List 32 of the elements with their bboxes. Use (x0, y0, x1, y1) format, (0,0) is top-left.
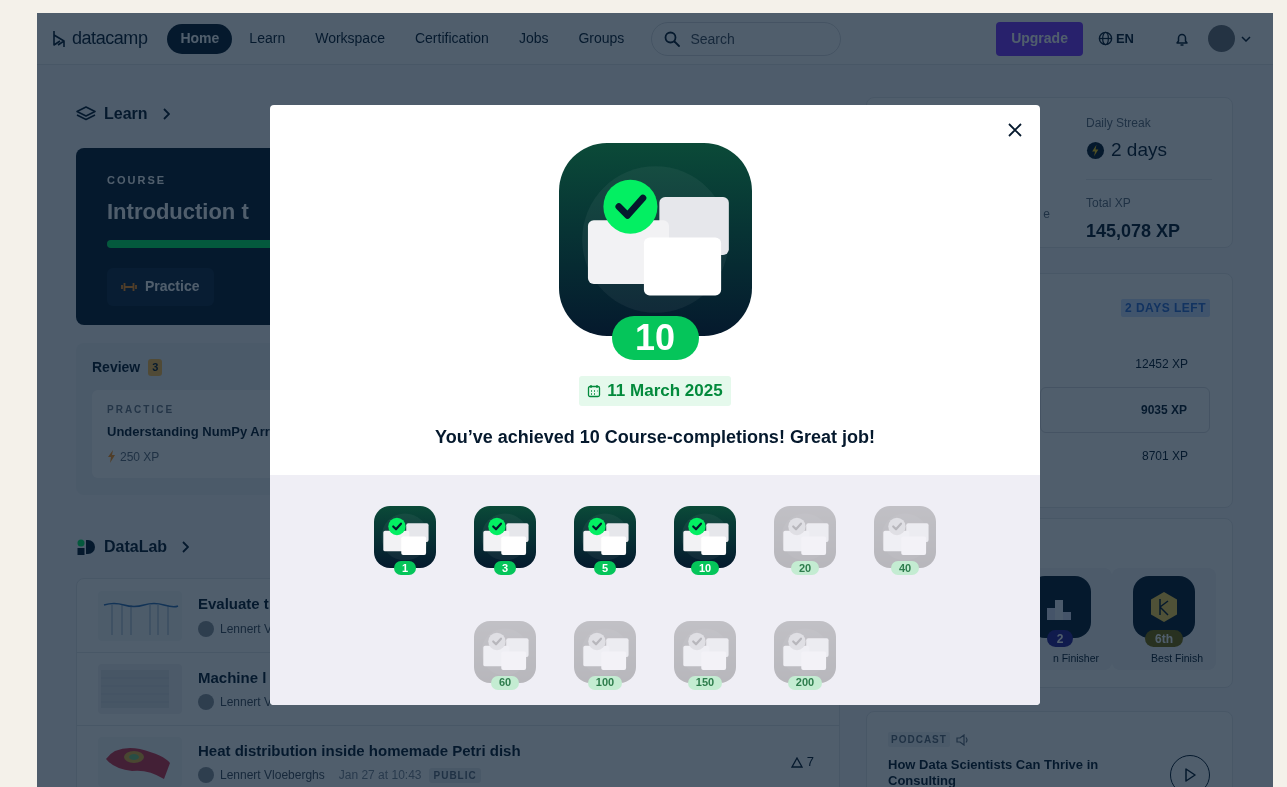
milestone-count: 40 (890, 561, 920, 575)
badge-label: n Finisher (1052, 651, 1099, 666)
milestone-count: 1 (393, 561, 417, 575)
achievement-message: You’ve achieved 10 Course-completions! Great job! (435, 426, 875, 449)
author-name: Lennert Vloeberghs (220, 767, 325, 785)
milestone-count: 10 (690, 561, 720, 575)
nav-tab[interactable]: Workspace (302, 23, 398, 54)
milestone-count: 150 (687, 675, 723, 690)
course-title: Introduction t (107, 197, 249, 226)
upvote-count: 7 (806, 753, 814, 772)
logo-text: datacamp (72, 27, 148, 50)
milestone-count: 3 (493, 561, 517, 575)
calendar-icon (587, 384, 602, 398)
close-button[interactable] (1006, 121, 1024, 139)
practice-title: Understanding NumPy Arr (107, 423, 270, 441)
nav-tab[interactable]: Jobs (505, 23, 562, 54)
milestone-count: 20 (790, 561, 820, 575)
milestone-count: 60 (490, 675, 520, 690)
nav-tab[interactable]: Learn (236, 23, 299, 54)
review-title: Review (92, 358, 141, 377)
close-icon (1008, 123, 1022, 137)
completion-count: 10 (611, 316, 699, 360)
nav-tab[interactable]: Certification (401, 23, 502, 54)
total-xp-value: 145,078 XP (1086, 219, 1182, 243)
milestone-count: 5 (593, 561, 617, 575)
completion-date: 11 March 2025 (607, 380, 723, 403)
streak-value: 2 days (1111, 138, 1167, 162)
milestone-count: 100 (587, 675, 623, 690)
nav-tab[interactable]: Groups (565, 23, 638, 54)
milestone-count: 200 (787, 675, 823, 690)
badge-label: Best Finish (1151, 651, 1203, 666)
course-eyebrow: COURSE (107, 173, 167, 188)
